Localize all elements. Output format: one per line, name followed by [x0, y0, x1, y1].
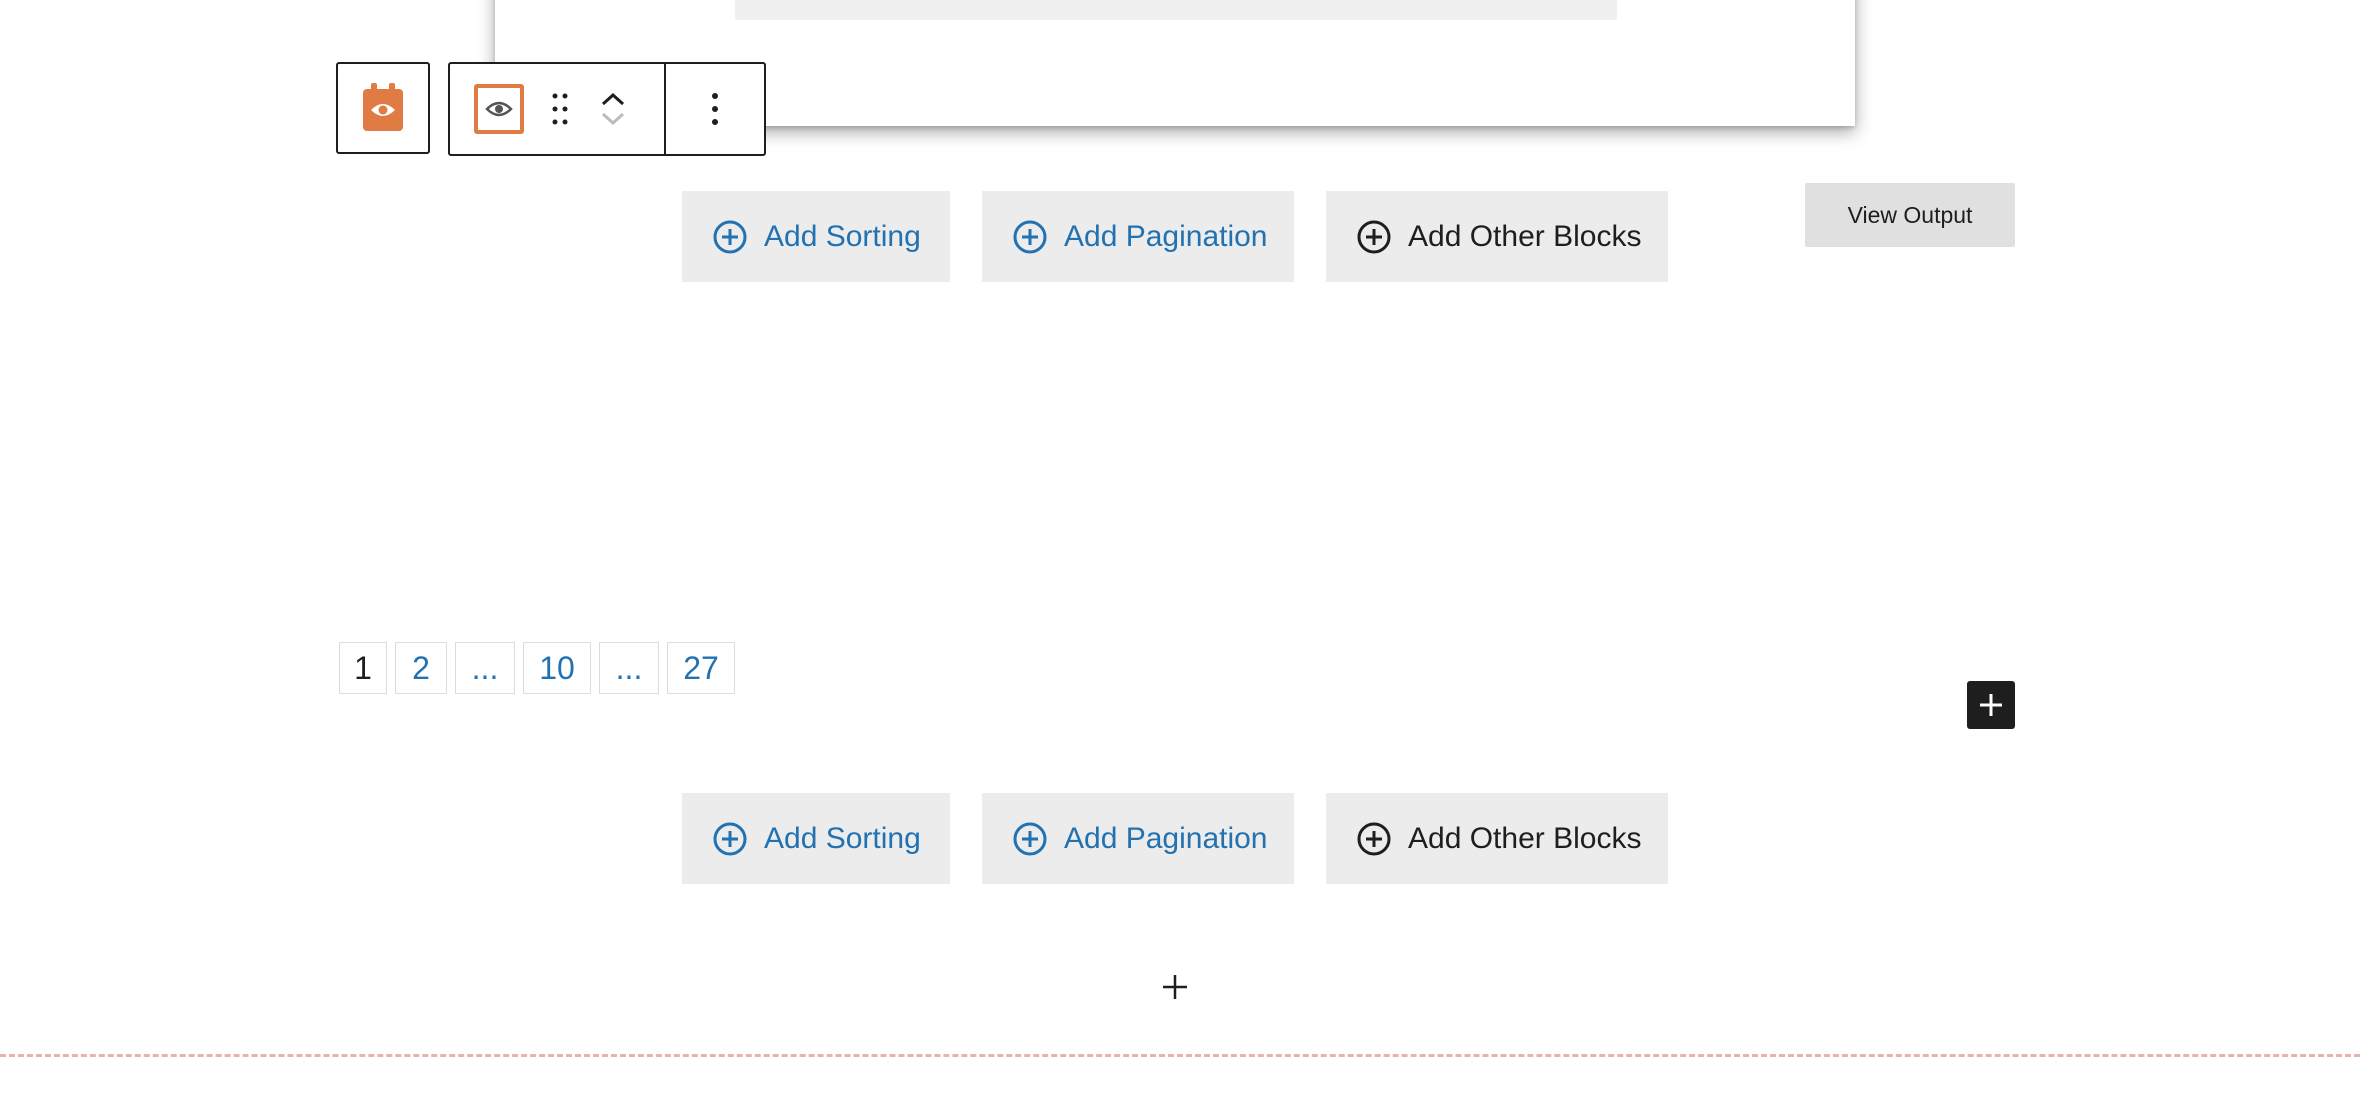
- add-pagination-button[interactable]: Add Pagination: [982, 793, 1294, 884]
- add-block-button[interactable]: [1967, 681, 2015, 729]
- more-vertical-icon: [712, 93, 718, 125]
- plus-circle-icon: [713, 822, 747, 855]
- plus-circle-icon: [1013, 220, 1047, 253]
- block-options-button[interactable]: [666, 64, 764, 154]
- add-sorting-button[interactable]: Add Sorting: [682, 793, 950, 884]
- chevron-down-icon[interactable]: [600, 112, 626, 126]
- drag-handle-icon: [552, 93, 568, 125]
- add-pagination-button[interactable]: Add Pagination: [982, 191, 1294, 282]
- query-actions-top: Add Sorting Add Pagination Add Other Blo…: [682, 191, 1668, 282]
- chevron-up-icon[interactable]: [600, 92, 626, 106]
- calendar-eye-icon: [363, 83, 403, 131]
- add-sorting-button[interactable]: Add Sorting: [682, 191, 950, 282]
- toolbar-group-block: [450, 64, 666, 154]
- drag-handle-button[interactable]: [550, 91, 570, 127]
- dashed-separator: [0, 1054, 2360, 1057]
- add-sorting-label: Add Sorting: [764, 821, 921, 855]
- add-block-appender-button[interactable]: [1158, 970, 1192, 1004]
- query-actions-bottom: Add Sorting Add Pagination Add Other Blo…: [682, 793, 1668, 884]
- pagination: 1 2 ... 10 ... 27: [339, 642, 743, 694]
- page-dots: ...: [599, 642, 659, 694]
- page-number-link[interactable]: 10: [523, 642, 591, 694]
- page-number-current: 1: [339, 642, 387, 694]
- block-type-button[interactable]: [474, 84, 524, 134]
- plus-circle-icon: [713, 220, 747, 253]
- plus-circle-icon: [1357, 822, 1391, 855]
- add-other-blocks-label: Add Other Blocks: [1408, 219, 1642, 253]
- page-number-link[interactable]: 27: [667, 642, 735, 694]
- add-other-blocks-button[interactable]: Add Other Blocks: [1326, 793, 1668, 884]
- card-content-strip: [735, 0, 1617, 20]
- add-pagination-label: Add Pagination: [1064, 219, 1268, 253]
- page-dots: ...: [455, 642, 515, 694]
- select-parent-block-button[interactable]: [336, 62, 430, 154]
- add-pagination-label: Add Pagination: [1064, 821, 1268, 855]
- block-toolbar: [448, 62, 766, 156]
- block-movers: [598, 79, 628, 139]
- add-other-blocks-button[interactable]: Add Other Blocks: [1326, 191, 1668, 282]
- plus-icon: [1980, 694, 2002, 716]
- plus-icon: [1163, 975, 1187, 999]
- page-number-link[interactable]: 2: [395, 642, 447, 694]
- add-sorting-label: Add Sorting: [764, 219, 921, 253]
- eye-icon: [485, 101, 513, 117]
- add-other-blocks-label: Add Other Blocks: [1408, 821, 1642, 855]
- plus-circle-icon: [1013, 822, 1047, 855]
- plus-circle-icon: [1357, 220, 1391, 253]
- view-output-button[interactable]: View Output: [1805, 183, 2015, 247]
